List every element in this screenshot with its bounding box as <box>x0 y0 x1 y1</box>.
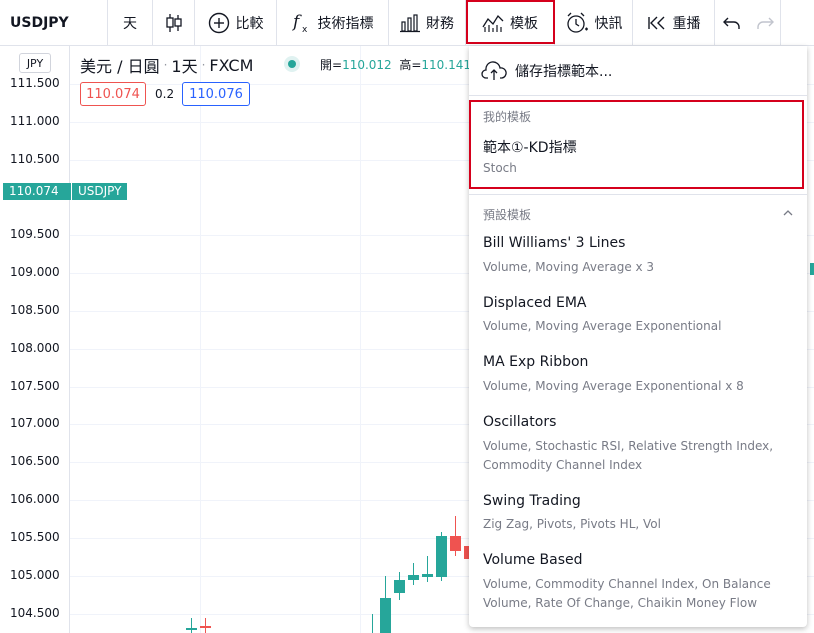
template-name: Volume Based <box>483 552 583 568</box>
template-desc: Zig Zag, Pivots, Pivots HL, Vol <box>483 517 661 531</box>
price-label: 111.500 <box>10 76 60 90</box>
open-value: 110.012 <box>342 58 392 72</box>
templates-dropdown: 儲存指標範本... 我的模板 範本①-KD指標 Stoch 預設模板 Bill … <box>469 46 807 627</box>
template-name: Bill Williams' 3 Lines <box>483 235 626 251</box>
fx-icon: fx <box>292 12 308 34</box>
market-open-indicator <box>284 56 300 72</box>
legend-separator: · <box>163 58 168 72</box>
templates-icon <box>482 14 504 32</box>
template-desc: Volume, Moving Average x 3 <box>483 260 655 274</box>
open-label: 開= <box>320 58 343 72</box>
svg-text:f: f <box>292 12 302 32</box>
currency-button[interactable]: JPY <box>19 53 51 73</box>
template-desc: Volume, Moving Average Exponentional <box>483 319 722 333</box>
template-desc: Volume, Stochastic RSI, Relative Strengt… <box>483 439 774 472</box>
alert-label: 快訊 <box>594 15 623 32</box>
sell-price-button[interactable]: 110.074 <box>80 82 146 106</box>
compare-button[interactable]: 比較 <box>195 0 277 45</box>
price-label: 107.500 <box>10 379 60 393</box>
indicators-label: 技術指標 <box>317 15 374 32</box>
template-name: Swing Trading <box>483 493 581 509</box>
alert-button[interactable]: 快訊 <box>555 0 633 45</box>
spread-value: 0.2 <box>155 87 175 101</box>
template-desc: Stoch <box>483 161 517 175</box>
current-symbol-tag: USDJPY <box>72 183 128 200</box>
add-circle-icon <box>208 12 229 33</box>
cloud-upload-icon <box>481 60 507 80</box>
rewind-icon <box>647 16 664 29</box>
template-name: Displaced EMA <box>483 295 587 311</box>
alarm-clock-icon <box>566 12 588 33</box>
chart-legend: 美元 / 日圓 · 1天 · FXCM <box>80 53 253 77</box>
replay-button[interactable]: 重播 <box>633 0 715 45</box>
legend-symbol-title: 美元 / 日圓 <box>80 57 160 76</box>
price-label: 111.000 <box>10 114 60 128</box>
price-label: 110.500 <box>10 152 60 166</box>
candlestick-icon <box>165 13 182 32</box>
price-label: 106.000 <box>10 492 60 506</box>
price-label: 108.000 <box>10 341 60 355</box>
redo-button[interactable] <box>749 0 781 45</box>
price-label: 109.000 <box>10 265 60 279</box>
default-templates-heading: 預設模板 <box>483 208 532 222</box>
price-marker <box>810 263 814 275</box>
grid-line <box>360 46 361 633</box>
legend-interval: 1天 <box>171 57 198 76</box>
chevron-up-icon[interactable] <box>783 209 793 217</box>
interval-button[interactable]: 天 <box>108 0 153 45</box>
indicators-button[interactable]: fx 技術指標 <box>277 0 389 45</box>
compare-label: 比較 <box>235 15 264 32</box>
legend-separator: · <box>201 58 206 72</box>
high-label: 高= <box>399 58 422 72</box>
financials-label: 財務 <box>426 15 454 32</box>
redo-icon <box>756 17 774 29</box>
replay-label: 重播 <box>672 15 701 32</box>
price-axis[interactable]: 111.500 111.000 110.500 109.500 109.000 … <box>0 46 70 633</box>
price-label: 108.500 <box>10 303 60 317</box>
save-template-label: 儲存指標範本... <box>515 63 613 80</box>
grid-line <box>200 46 201 633</box>
undo-icon <box>723 17 740 29</box>
symbol-search-button[interactable]: USDJPY <box>0 0 108 45</box>
interval-label: 天 <box>123 15 137 32</box>
symbol-label: USDJPY <box>10 14 69 31</box>
price-label: 105.500 <box>10 530 60 544</box>
svg-text:x: x <box>302 25 308 34</box>
bar-chart-icon <box>400 13 420 32</box>
template-name: Oscillators <box>483 414 557 430</box>
price-label: 106.500 <box>10 454 60 468</box>
template-desc: Volume, Commodity Channel Index, On Bala… <box>483 577 771 610</box>
chart-type-button[interactable] <box>153 0 195 45</box>
save-template-item[interactable]: 儲存指標範本... <box>469 46 807 96</box>
price-label: 107.000 <box>10 416 60 430</box>
top-toolbar: USDJPY 天 比較 fx 技術指標 財務 模板 快訊 重播 <box>0 0 814 46</box>
buy-price-button[interactable]: 110.076 <box>182 82 250 106</box>
divider <box>469 194 807 195</box>
current-price-tag: 110.074 <box>3 183 71 200</box>
high-value: 110.141 <box>421 58 472 72</box>
ohlc-values: 開=110.012 高=110.141 <box>320 56 471 73</box>
templates-button[interactable]: 模板 <box>466 0 555 45</box>
template-desc: Volume, Moving Average Exponentional x 8 <box>483 379 744 393</box>
price-label: 104.500 <box>10 606 60 620</box>
price-label: 105.000 <box>10 568 60 582</box>
template-name: MA Exp Ribbon <box>483 354 589 370</box>
my-templates-heading: 我的模板 <box>483 110 532 124</box>
legend-exchange: FXCM <box>209 55 254 75</box>
financials-button[interactable]: 財務 <box>389 0 466 45</box>
undo-button[interactable] <box>715 0 749 45</box>
price-label: 109.500 <box>10 227 60 241</box>
template-name: 範本①-KD指標 <box>483 140 577 156</box>
templates-label: 模板 <box>510 15 538 32</box>
